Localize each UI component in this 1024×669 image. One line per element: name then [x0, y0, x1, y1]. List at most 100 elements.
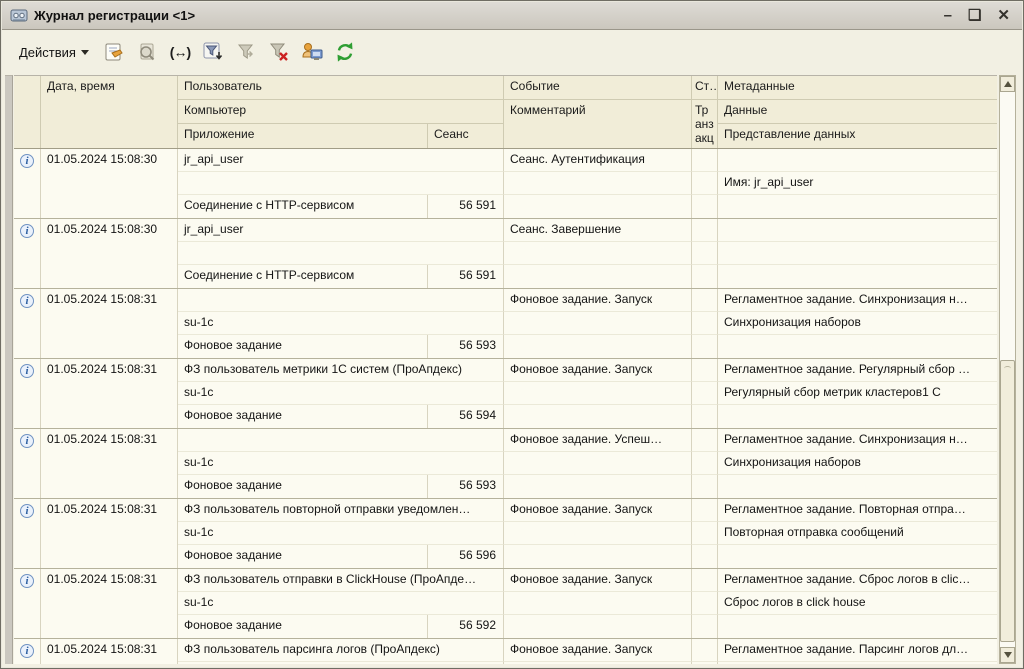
sessions-filter-button[interactable]	[300, 40, 324, 64]
log-entry-row[interactable]: i 01.05.2024 15:08:31 su-1c Фоновое зада…	[14, 429, 997, 499]
header-computer[interactable]: Компьютер	[178, 100, 504, 124]
actions-label: Действия	[19, 44, 76, 60]
open-event-card-button[interactable]	[102, 40, 126, 64]
transaction-cell	[692, 662, 718, 664]
log-entry-row[interactable]: i 01.05.2024 15:08:30 jr_api_user Соедин…	[14, 219, 997, 289]
application-cell: Соединение с HTTP-сервисом	[178, 265, 428, 288]
transaction-cell-extra	[692, 265, 718, 288]
minimize-button[interactable]: –	[944, 8, 952, 23]
maximize-button[interactable]: ❑	[968, 8, 981, 23]
table-header: Дата, время Пользователь Компьютер Прило…	[14, 76, 997, 149]
filter-by-value-button[interactable]	[234, 40, 258, 64]
application-cell: Фоновое задание	[178, 475, 428, 498]
find-button[interactable]	[135, 40, 159, 64]
refresh-button[interactable]	[333, 40, 357, 64]
date-time-cell: 01.05.2024 15:08:30	[41, 149, 178, 218]
session-cell: 56 592	[428, 615, 504, 638]
log-entry-row[interactable]: i 01.05.2024 15:08:31 su-1c Фоновое зада…	[14, 289, 997, 359]
header-comment[interactable]: Комментарий	[504, 100, 692, 148]
header-session[interactable]: Сеанс	[428, 124, 504, 148]
arrow-down-icon	[1003, 652, 1012, 658]
user-cell	[178, 429, 504, 452]
data-cell: Синхронизация наборов	[718, 312, 997, 335]
scrollbar-thumb[interactable]	[1000, 360, 1015, 642]
user-cell: jr_api_user	[178, 219, 504, 242]
computer-cell	[178, 172, 504, 195]
event-cell: Фоновое задание. Успеш…	[504, 429, 692, 452]
info-icon: i	[20, 644, 34, 658]
header-corner-cell	[14, 76, 41, 148]
date-time-cell: 01.05.2024 15:08:31	[41, 429, 178, 498]
date-time-cell: 01.05.2024 15:08:31	[41, 499, 178, 568]
log-entry-row[interactable]: i 01.05.2024 15:08:30 jr_api_user Соедин…	[14, 149, 997, 219]
log-entry-row[interactable]: i 01.05.2024 15:08:31 ФЗ пользователь па…	[14, 639, 997, 664]
status-cell	[692, 219, 718, 242]
application-cell: Фоновое задание	[178, 335, 428, 358]
session-cell: 56 591	[428, 195, 504, 218]
set-interval-button[interactable]: (↔)	[168, 40, 192, 64]
status-cell	[692, 639, 718, 662]
row-marker-cell: i	[14, 429, 41, 498]
session-cell: 56 591	[428, 265, 504, 288]
set-filter-button[interactable]	[201, 40, 225, 64]
window-title: Журнал регистрации <1>	[34, 8, 196, 23]
status-cell	[692, 499, 718, 522]
comment-cell	[504, 382, 692, 405]
comment-cell	[504, 662, 692, 664]
header-event[interactable]: Событие	[504, 76, 692, 100]
vertical-scrollbar[interactable]	[999, 75, 1016, 664]
metadata-cell: Регламентное задание. Сброс логов в clic…	[718, 569, 997, 592]
clear-filter-icon	[269, 43, 288, 61]
data-presentation-cell	[718, 405, 997, 428]
info-icon: i	[20, 154, 34, 168]
header-metadata[interactable]: Метаданные	[718, 76, 997, 100]
scroll-up-button[interactable]	[1000, 76, 1015, 92]
transaction-cell	[692, 172, 718, 195]
user-cell: ФЗ пользователь отправки в ClickHouse (П…	[178, 569, 504, 592]
session-cell: 56 593	[428, 335, 504, 358]
computer-cell: su-1c	[178, 662, 504, 664]
comment-cell	[504, 592, 692, 615]
user-cell: jr_api_user	[178, 149, 504, 172]
actions-menu-button[interactable]: Действия	[15, 42, 93, 63]
user-cell: ФЗ пользователь метрики 1С систем (ПроАп…	[178, 359, 504, 382]
search-icon	[140, 43, 155, 61]
data-presentation-cell	[718, 265, 997, 288]
header-application[interactable]: Приложение	[178, 124, 428, 148]
computer-cell: su-1c	[178, 452, 504, 475]
close-button[interactable]: ✕	[997, 8, 1010, 23]
dropdown-arrow-icon	[80, 49, 89, 55]
info-icon: i	[20, 434, 34, 448]
user-cell	[178, 289, 504, 312]
clear-filter-button[interactable]	[267, 40, 291, 64]
transaction-cell	[692, 452, 718, 475]
toolbar: Действия (↔)	[5, 31, 1019, 73]
header-user[interactable]: Пользователь	[178, 76, 504, 100]
comment-cell	[504, 242, 692, 265]
arrow-up-icon	[1003, 81, 1012, 87]
header-status[interactable]: Ст…	[692, 76, 718, 100]
info-icon: i	[20, 574, 34, 588]
table-viewport: Дата, время Пользователь Компьютер Прило…	[14, 75, 997, 664]
event-cell: Сеанс. Аутентификация	[504, 149, 692, 172]
title-bar[interactable]: Журнал регистрации <1> – ❑ ✕	[2, 2, 1022, 30]
log-entry-row[interactable]: i 01.05.2024 15:08:31 ФЗ пользователь ме…	[14, 359, 997, 429]
data-cell: Повторная отправка сообщений	[718, 522, 997, 545]
comment-cell-extra	[504, 475, 692, 498]
header-data[interactable]: Данные	[718, 100, 997, 124]
info-icon: i	[20, 294, 34, 308]
log-entry-row[interactable]: i 01.05.2024 15:08:31 ФЗ пользователь от…	[14, 569, 997, 639]
filter-icon	[203, 42, 223, 60]
log-entry-row[interactable]: i 01.05.2024 15:08:31 ФЗ пользователь по…	[14, 499, 997, 569]
row-margin-strip	[5, 75, 13, 664]
status-cell	[692, 289, 718, 312]
event-cell: Фоновое задание. Запуск	[504, 359, 692, 382]
row-marker-cell: i	[14, 219, 41, 288]
header-transaction[interactable]: Тр анз акц	[692, 100, 718, 148]
header-data-presentation[interactable]: Представление данных	[718, 124, 997, 148]
header-date-time[interactable]: Дата, время	[41, 76, 178, 148]
data-cell: Сброс логов в click house	[718, 592, 997, 615]
data-presentation-cell	[718, 545, 997, 568]
scroll-down-button[interactable]	[1000, 647, 1015, 663]
comment-cell-extra	[504, 615, 692, 638]
